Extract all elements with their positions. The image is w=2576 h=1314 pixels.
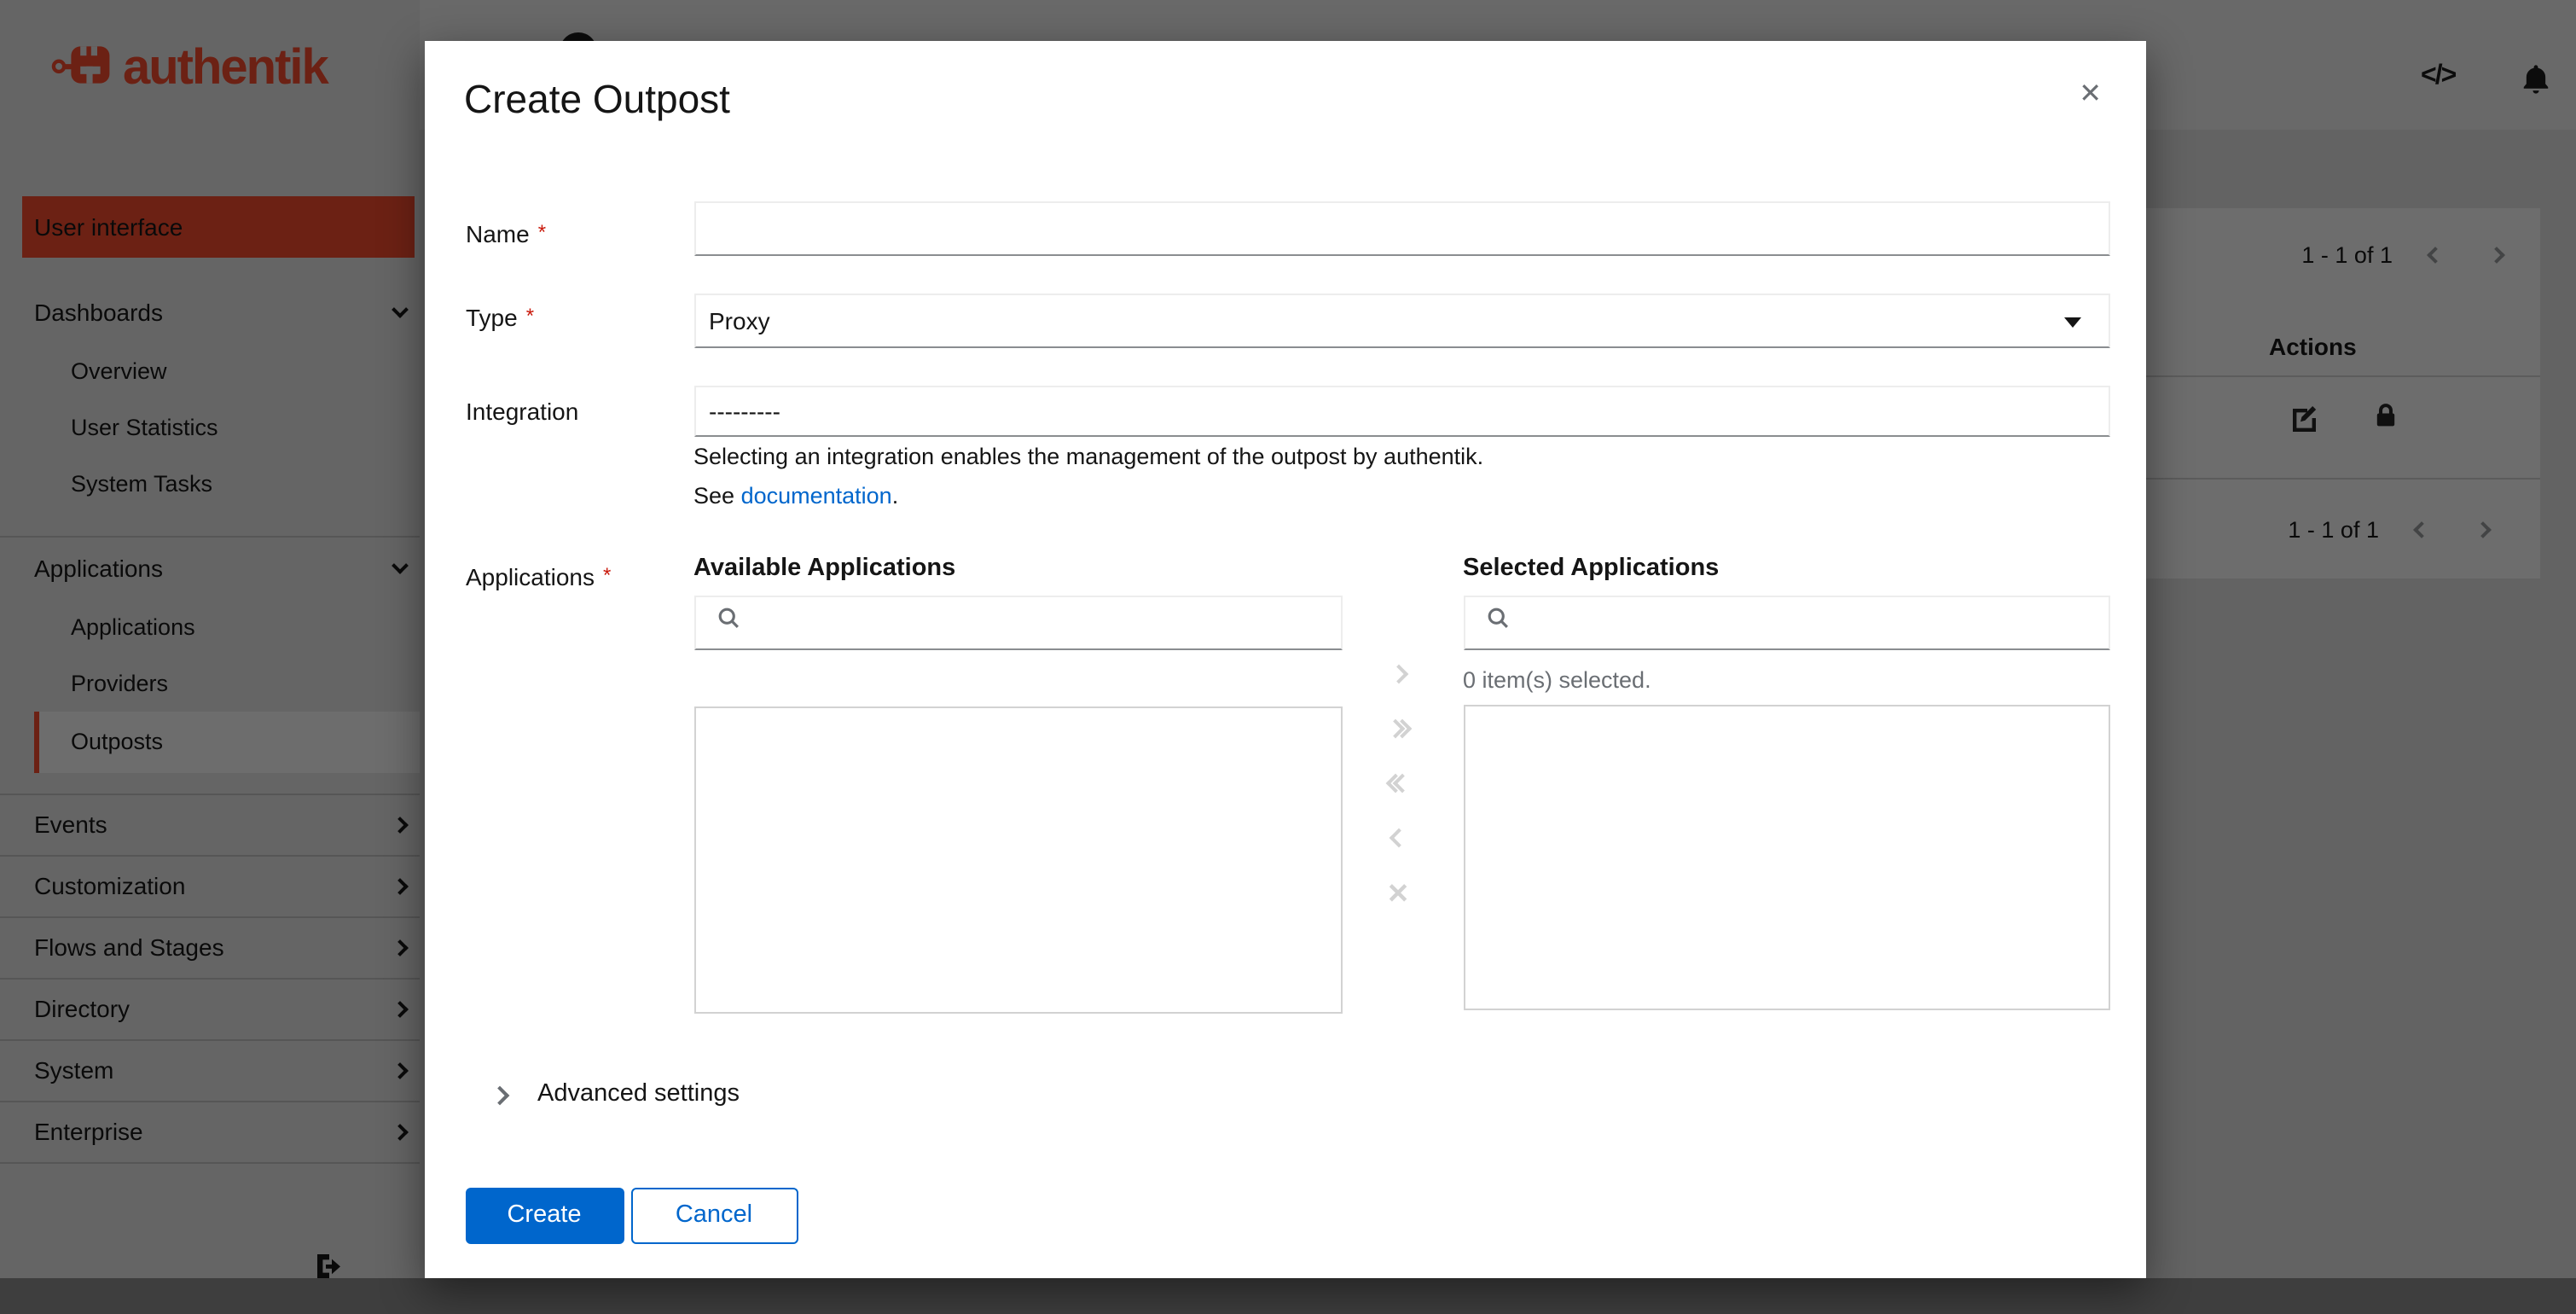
integration-select[interactable]: ---------	[693, 386, 2109, 437]
caret-down-icon	[2063, 317, 2080, 327]
type-select-value: Proxy	[709, 306, 770, 334]
chevron-right-icon[interactable]	[490, 1086, 510, 1106]
applications-label: Applications*	[466, 563, 688, 590]
name-label: Name*	[466, 220, 688, 247]
modal-title: Create Outpost	[464, 77, 730, 123]
available-applications-title: Available Applications	[693, 555, 955, 582]
add-all-icon[interactable]	[1376, 706, 1420, 750]
documentation-link[interactable]: documentation	[741, 482, 892, 508]
type-label: Type*	[466, 304, 688, 331]
selected-applications-title: Selected Applications	[1463, 555, 1719, 582]
selected-count-status: 0 item(s) selected.	[1463, 666, 1651, 692]
screen: </> authentik	[0, 0, 2576, 1314]
selected-search-input[interactable]	[1523, 596, 2108, 648]
selected-applications-listbox[interactable]	[1463, 705, 2109, 1010]
selected-search	[1463, 595, 2109, 649]
create-button[interactable]: Create	[465, 1187, 624, 1243]
available-search	[693, 595, 1342, 649]
cancel-button[interactable]: Cancel	[630, 1187, 798, 1243]
close-icon[interactable]: ✕	[2079, 82, 2102, 109]
name-field-wrap	[693, 201, 2109, 255]
integration-select-value: ---------	[709, 398, 780, 425]
name-input[interactable]	[695, 202, 2108, 253]
integration-label: Integration	[466, 398, 688, 425]
integration-doc-line: See documentation.	[693, 482, 898, 508]
type-select[interactable]: Proxy	[693, 293, 2109, 347]
remove-all-icon[interactable]	[1376, 760, 1420, 805]
required-marker: *	[603, 563, 611, 587]
clear-selection-icon[interactable]: ✕	[1376, 871, 1420, 916]
search-icon	[716, 606, 740, 638]
available-applications-listbox[interactable]	[693, 706, 1342, 1014]
advanced-settings-toggle[interactable]: Advanced settings	[537, 1080, 740, 1108]
create-outpost-modal: Create Outpost ✕ Name* Type* Proxy Integ…	[425, 41, 2146, 1277]
integration-help-text: Selecting an integration enables the man…	[693, 444, 1483, 469]
search-icon	[1485, 606, 1509, 638]
available-search-input[interactable]	[753, 596, 1340, 648]
required-marker: *	[526, 304, 534, 328]
remove-selected-icon[interactable]	[1376, 816, 1420, 860]
add-selected-icon[interactable]	[1376, 652, 1420, 696]
required-marker: *	[538, 220, 546, 244]
